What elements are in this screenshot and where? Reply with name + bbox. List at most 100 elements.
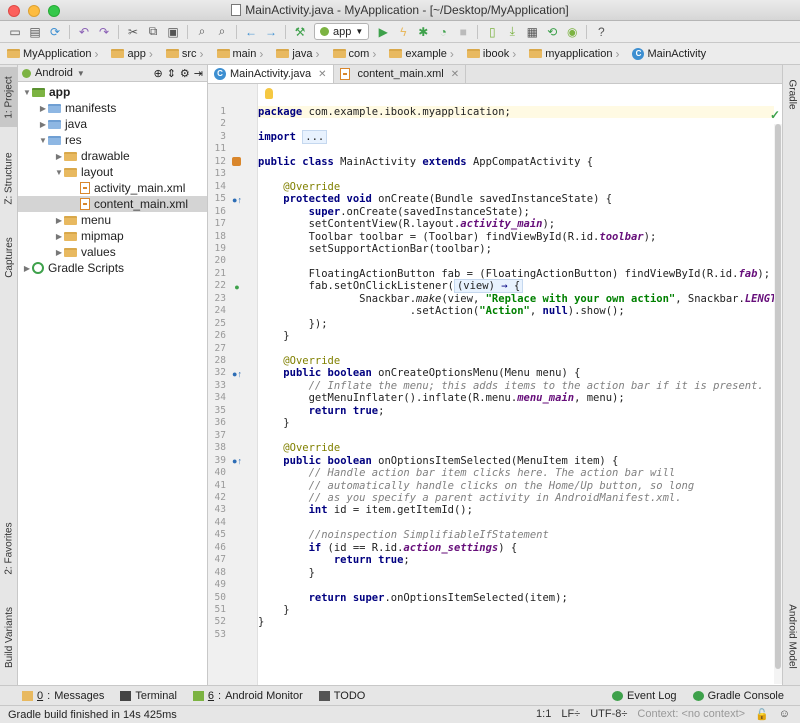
tree-item[interactable]: content_main.xml [18, 196, 207, 212]
tab-favorites[interactable]: 2: Favorites [0, 513, 18, 583]
tool-window-todo[interactable]: TODO [318, 690, 365, 702]
tree-item[interactable]: ▼ res [18, 132, 207, 148]
collapse-arrow-icon[interactable]: ▶ [54, 248, 64, 257]
help-icon[interactable]: ? [592, 23, 610, 41]
code-line[interactable]: return super.onOptionsItemSelected(item)… [258, 592, 774, 605]
sync-gradle-icon[interactable]: ⟲ [543, 23, 561, 41]
lambda-marker-icon[interactable]: ● [232, 282, 242, 292]
structure-icon[interactable]: ▦ [523, 23, 541, 41]
profile-icon[interactable]: ◔ [434, 23, 452, 41]
tree-item[interactable]: ▶ manifests [18, 100, 207, 116]
apply-changes-icon[interactable]: ϟ [394, 23, 412, 41]
code-line[interactable]: import ... [258, 129, 774, 144]
code-line[interactable]: } [258, 330, 774, 343]
open-icon[interactable]: ▭ [6, 23, 24, 41]
code-line[interactable]: int id = item.getItemId(); [258, 504, 774, 517]
override-marker-icon[interactable]: ●↑ [232, 195, 242, 205]
code-line[interactable] [258, 255, 774, 268]
tree-item[interactable]: ▼ app [18, 84, 207, 100]
minimize-window-button[interactable] [28, 5, 40, 17]
code-line[interactable]: } [258, 616, 774, 629]
scroll-thumb[interactable] [775, 124, 781, 669]
collapse-arrow-icon[interactable]: ▶ [22, 264, 32, 273]
paste-icon[interactable]: ▣ [164, 23, 182, 41]
breadcrumb-item[interactable]: src › [160, 47, 211, 61]
code-editor[interactable]: 1 2 3 11 12 13 14 15 ●↑ 16 17 18 19 20 21 22 ● 23 24 25 26 27… [208, 84, 782, 685]
code-line[interactable]: return true; [258, 405, 774, 418]
code-line[interactable] [258, 430, 774, 443]
code-line[interactable]: // automatically handle clicks on the Ho… [258, 480, 774, 493]
close-tab-icon[interactable]: ✕ [318, 69, 326, 80]
replace-icon[interactable]: ⌕ [213, 23, 231, 41]
code-line[interactable]: getMenuInflater().inflate(R.menu.menu_ma… [258, 392, 774, 405]
collapse-arrow-icon[interactable]: ▶ [54, 216, 64, 225]
collapse-arrow-icon[interactable]: ▶ [38, 104, 48, 113]
tree-item[interactable]: ▶ java [18, 116, 207, 132]
code-line[interactable] [258, 118, 774, 131]
code-line[interactable] [258, 579, 774, 592]
inspector-icon[interactable]: ☺ [779, 708, 790, 721]
breadcrumb-item[interactable]: MyApplication › [4, 47, 105, 61]
lightbulb-icon[interactable] [265, 88, 273, 99]
override-marker-icon[interactable]: ●↑ [232, 456, 242, 466]
breadcrumb-item[interactable]: example › [383, 47, 461, 61]
lock-icon[interactable]: 🔓 [755, 708, 769, 721]
status-message[interactable]: Gradle build finished in 14s 425ms [8, 709, 177, 721]
tool-window-messages[interactable]: 0: Messages [22, 690, 104, 702]
code-line[interactable]: public boolean onCreateOptionsMenu(Menu … [258, 367, 774, 380]
code-line[interactable] [258, 168, 774, 181]
code-line[interactable]: // Inflate the menu; this adds items to … [258, 380, 774, 393]
sync-icon[interactable]: ⟳ [46, 23, 64, 41]
code-line[interactable]: Snackbar.make(view, "Replace with your o… [258, 293, 782, 306]
code-line[interactable]: setSupportActionBar(toolbar); [258, 243, 774, 256]
code-line[interactable]: if (id == R.id.action_settings) { [258, 542, 774, 555]
cut-icon[interactable]: ✂ [124, 23, 142, 41]
code-line[interactable]: public class MainActivity extends AppCom… [258, 156, 774, 169]
collapse-arrow-icon[interactable]: ▶ [38, 120, 48, 129]
debug-icon[interactable]: ✱ [414, 23, 432, 41]
breadcrumb-item[interactable]: main › [211, 47, 271, 61]
tree-item[interactable]: ▶ menu [18, 212, 207, 228]
zoom-window-button[interactable] [48, 5, 60, 17]
tree-item[interactable]: ▶ values [18, 244, 207, 260]
caret-position[interactable]: 1:1 [536, 708, 551, 721]
find-icon[interactable]: ⌕ [193, 23, 211, 41]
code-line[interactable]: super.onCreate(savedInstanceState); [258, 206, 774, 219]
tool-window-android-monitor[interactable]: 6: Android Monitor [192, 690, 303, 702]
collapse-icon[interactable]: ⇕ [167, 67, 176, 80]
tree-item[interactable]: ▶ Gradle Scripts [18, 260, 207, 276]
code-line[interactable] [258, 343, 774, 356]
tab-captures[interactable]: Captures [0, 227, 18, 287]
code-line[interactable]: // Handle action bar item clicks here. T… [258, 467, 774, 480]
breadcrumb-item[interactable]: app › [105, 47, 159, 61]
monitor-icon[interactable]: ◉ [563, 23, 581, 41]
tree-item[interactable]: activity_main.xml [18, 180, 207, 196]
tab-gradle[interactable]: Gradle [783, 69, 800, 119]
code-line[interactable] [258, 517, 774, 530]
code-line[interactable] [258, 629, 774, 642]
save-icon[interactable]: ▤ [26, 23, 44, 41]
chevron-down-icon[interactable]: ▼ [77, 69, 85, 78]
code-line[interactable]: } [258, 567, 774, 580]
code-line[interactable]: protected void onCreate(Bundle savedInst… [258, 193, 774, 206]
build-icon[interactable]: ⚒ [291, 23, 309, 41]
collapse-arrow-icon[interactable]: ▶ [54, 232, 64, 241]
project-view-select[interactable]: Android [35, 67, 73, 79]
code-line[interactable]: public boolean onOptionsItemSelected(Men… [258, 455, 774, 468]
code-line[interactable] [258, 143, 774, 156]
stop-icon[interactable]: ■ [454, 23, 472, 41]
tab-content-main[interactable]: content_main.xml ✕ [334, 65, 467, 83]
gear-icon[interactable]: ⚙ [180, 67, 190, 80]
line-separator[interactable]: LF÷ [561, 708, 580, 721]
code-line[interactable]: fab.setOnClickListener((view) → { [258, 279, 774, 294]
breadcrumb-item[interactable]: C MainActivity [626, 47, 711, 60]
avd-icon[interactable]: ▯ [483, 23, 501, 41]
breadcrumb-item[interactable]: ibook › [461, 47, 523, 61]
tree-item[interactable]: ▶ mipmap [18, 228, 207, 244]
code-line[interactable]: // as you specify a parent activity in A… [258, 492, 774, 505]
breadcrumb-item[interactable]: com › [327, 47, 384, 61]
tree-item[interactable]: ▶ drawable [18, 148, 207, 164]
code-line[interactable]: //noinspection SimplifiableIfStatement [258, 529, 774, 542]
code-line[interactable]: @Override [258, 355, 774, 368]
collapse-arrow-icon[interactable]: ▶ [54, 152, 64, 161]
